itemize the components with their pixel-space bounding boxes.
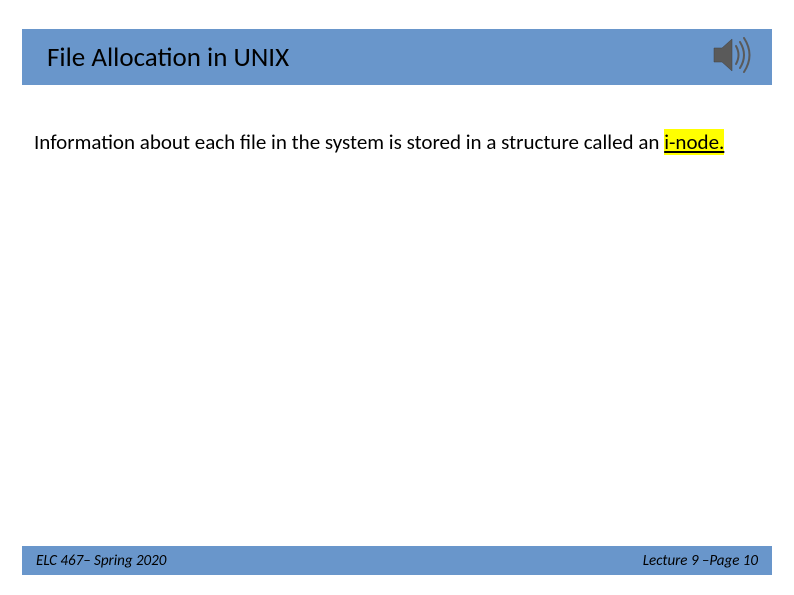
slide-body: Information about each file in the syste… [34,128,754,156]
highlighted-term: i-node. [664,129,724,155]
footer-course: ELC 467– Spring 2020 [36,552,166,570]
footer-page: Lecture 9 –Page 10 [643,552,758,570]
speaker-icon [706,30,756,80]
body-text-before: Information about each file in the syste… [34,129,664,155]
title-bar: File Allocation in UNIX [22,29,772,85]
footer-bar: ELC 467– Spring 2020 Lecture 9 –Page 10 [22,546,772,575]
slide-title: File Allocation in UNIX [47,41,289,74]
